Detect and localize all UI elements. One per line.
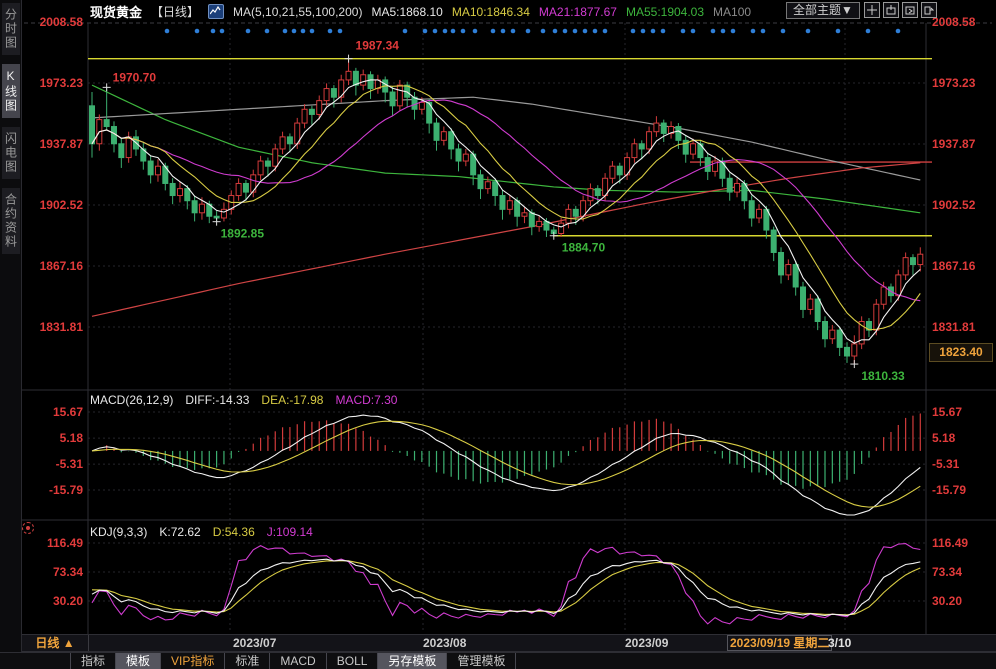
- ma21-value: MA21:1877.67: [538, 4, 617, 19]
- period-selector[interactable]: 日线 ▲: [22, 635, 89, 651]
- macd-diff-value: DIFF:-14.33: [185, 393, 250, 407]
- kdj-panel-marker-icon[interactable]: [22, 522, 34, 534]
- period-tag: 【日线】: [151, 5, 200, 19]
- macd-title: MACD(26,12,9): [90, 393, 174, 407]
- right-price-axis: 2008.58 1973.23 1937.87 1902.52 1867.16 …: [929, 0, 995, 652]
- candles-layer: [89, 58, 924, 365]
- grid-layer: [22, 22, 996, 634]
- ma55-value: MA55:1904.03: [625, 4, 705, 19]
- kdj-panel-header: KDJ(9,3,3) K:72.62 D:54.36 J:109.14: [90, 525, 313, 539]
- axis-macd-2r: 5.18: [932, 431, 956, 445]
- month-label-oct-partial: 3/10: [828, 636, 852, 650]
- kdj-d-value: D:54.36: [212, 525, 255, 539]
- tab-indicators[interactable]: 指标: [70, 653, 117, 669]
- kdj-title: KDJ(9,3,3): [90, 525, 148, 539]
- left-price-axis: 2008.58 1973.23 1937.87 1902.52 1867.16 …: [23, 0, 86, 652]
- axis-macd-4r: -15.79: [932, 483, 967, 497]
- kdj-k-line: [91, 558, 921, 617]
- main-chart-canvas[interactable]: 1970.70 1987.34 1892.85 1884.70 1810.33: [0, 0, 996, 669]
- chart-type-sidebar: 分时图 K线图 闪电图 合约资料: [0, 0, 22, 652]
- event-dots-layer: [164, 28, 901, 34]
- chart-toolbar: [864, 2, 937, 18]
- ma55-line: [91, 84, 921, 214]
- macd-macd-value: MACD:7.30: [335, 393, 398, 407]
- svg-text:1884.70: 1884.70: [562, 241, 606, 255]
- tab-manage-templates[interactable]: 管理模板: [447, 653, 517, 669]
- svg-text:1810.33: 1810.33: [861, 369, 905, 383]
- axis-macd-1: 15.67: [52, 405, 83, 419]
- axis-macd-2: 5.18: [59, 431, 83, 445]
- axis-kdj-2r: 73.34: [932, 565, 963, 579]
- ma5-value: MA5:1868.10: [371, 4, 443, 19]
- axis-kdj-1: 116.49: [46, 536, 83, 550]
- tab-templates[interactable]: 模板: [116, 653, 162, 669]
- macd-layer: [91, 413, 921, 516]
- macd-panel-header: MACD(26,12,9) DIFF:-14.33 DEA:-17.98 MAC…: [90, 393, 397, 407]
- axis-macd-3r: -5.31: [932, 457, 960, 471]
- axis-price-3r: 1937.87: [932, 137, 976, 151]
- tab-boll[interactable]: BOLL: [327, 653, 379, 669]
- pane-forward-icon[interactable]: [902, 2, 918, 18]
- axis-price-5: 1867.16: [39, 259, 83, 273]
- chart-header: 现货黄金 【日线】 MA(5,10,21,55,100,200) MA5:186…: [90, 3, 751, 20]
- month-label-sep: 2023/09: [625, 636, 669, 650]
- kdj-j-value: J:109.14: [266, 525, 313, 539]
- indicator-chart-icon[interactable]: [208, 4, 225, 19]
- crosshair-date-label: 2023/09/19 星期二: [727, 635, 833, 651]
- axis-kdj-3: 30.20: [52, 594, 83, 608]
- kdj-layer: [91, 543, 921, 625]
- tab-macd[interactable]: MACD: [270, 653, 327, 669]
- svg-text:1970.70: 1970.70: [113, 70, 157, 84]
- month-label-aug: 2023/08: [423, 636, 467, 650]
- axis-price-4r: 1902.52: [932, 198, 976, 212]
- axis-price-5r: 1867.16: [932, 259, 976, 273]
- axis-kdj-3r: 30.20: [932, 594, 963, 608]
- kdj-d-line: [91, 560, 921, 616]
- sidebar-item-contract-info[interactable]: 合约资料: [1, 188, 20, 254]
- axis-macd-4: -15.79: [48, 483, 83, 497]
- svg-text:1892.85: 1892.85: [221, 227, 265, 241]
- axis-price-2: 1973.23: [39, 76, 83, 90]
- axis-price-4: 1902.52: [39, 198, 83, 212]
- crosshair-icon[interactable]: [864, 2, 880, 18]
- axis-macd-3: -5.31: [55, 457, 83, 471]
- axis-kdj-1r: 116.49: [932, 536, 969, 550]
- axis-price-6: 1831.81: [39, 320, 83, 334]
- axis-price-3: 1937.87: [39, 137, 83, 151]
- last-price-tag: 1823.40: [929, 343, 993, 362]
- kdj-k-value: K:72.62: [159, 525, 201, 539]
- month-label-jul: 2023/07: [233, 636, 277, 650]
- ma-params-label: MA(5,10,21,55,100,200): [233, 4, 363, 19]
- axis-price-6r: 1831.81: [932, 320, 976, 334]
- ma10-value: MA10:1846.34: [451, 4, 530, 19]
- macd-dea-value: DEA:-17.98: [261, 393, 324, 407]
- axis-price-1: 2008.58: [39, 15, 83, 29]
- pane-export-icon[interactable]: [921, 2, 937, 18]
- tab-save-template[interactable]: 另存模板: [378, 653, 448, 669]
- axis-price-2r: 1973.23: [932, 76, 976, 90]
- symbol-name: 现货黄金: [90, 5, 143, 20]
- sidebar-item-kline-chart[interactable]: K线图: [1, 64, 20, 118]
- tab-vip-indicators[interactable]: VIP指标: [161, 653, 226, 669]
- axis-price-1r: 2008.58: [932, 15, 976, 29]
- sidebar-item-lightning-chart[interactable]: 闪电图: [1, 127, 20, 179]
- sidebar-item-time-chart[interactable]: 分时图: [1, 3, 20, 55]
- date-axis-row: 日线 ▲ 2023/07 2023/08 2023/09 2023/09/19 …: [22, 634, 996, 652]
- indicator-tab-bar: 指标 模板 VIP指标 标准 MACD BOLL 另存模板 管理模板: [0, 652, 996, 669]
- ma100-value: MA100: [713, 4, 752, 19]
- theme-dropdown[interactable]: 全部主题▼: [786, 2, 860, 19]
- svg-text:1987.34: 1987.34: [356, 39, 400, 53]
- axis-macd-1r: 15.67: [932, 405, 963, 419]
- trading-app-window: 1970.70 1987.34 1892.85 1884.70 1810.33 分时图 …: [0, 0, 996, 669]
- axis-kdj-2: 73.34: [52, 565, 83, 579]
- pane-add-icon[interactable]: [883, 2, 899, 18]
- tab-standard[interactable]: 标准: [225, 653, 271, 669]
